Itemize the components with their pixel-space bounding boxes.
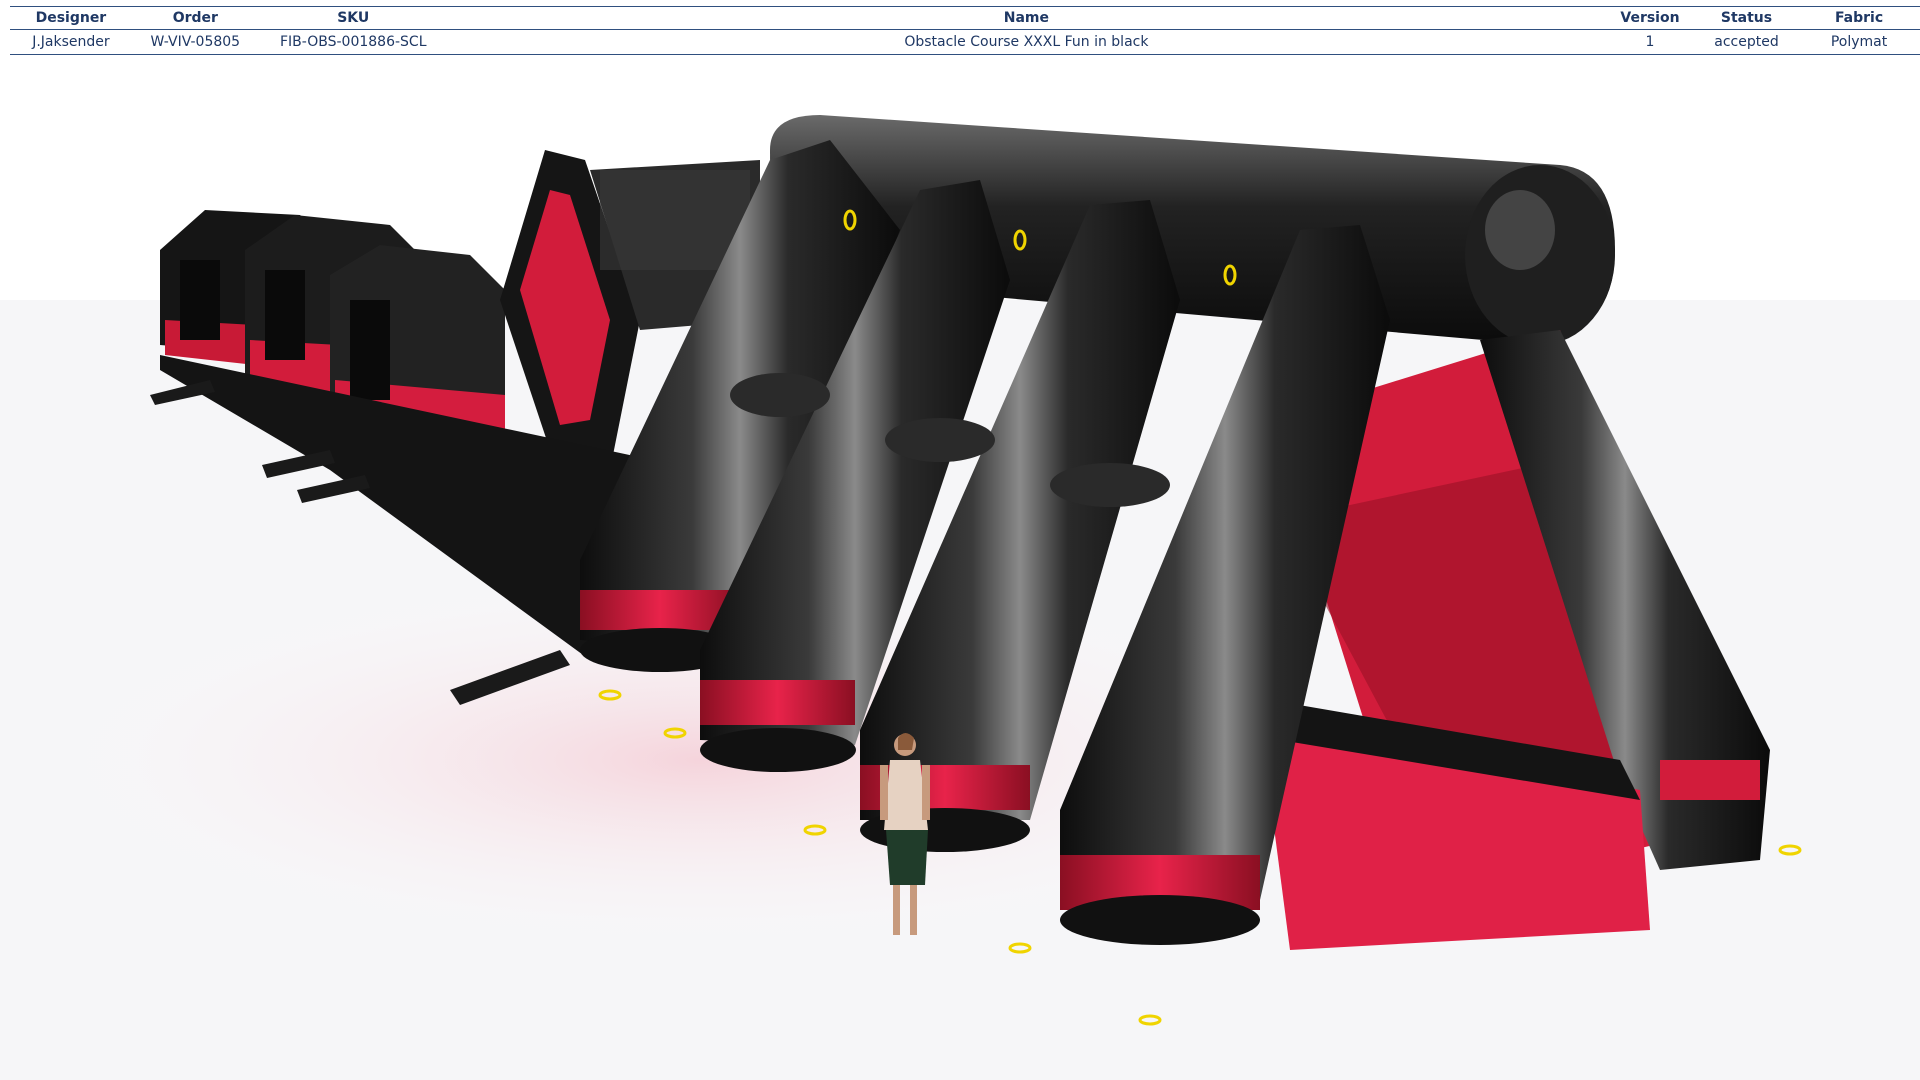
cell-version: 1: [1605, 29, 1695, 55]
cell-sku: FIB-OBS-001886-SCL: [258, 29, 448, 55]
header-sku: SKU: [258, 6, 448, 30]
header-designer: Designer: [10, 6, 132, 30]
header-order: Order: [131, 6, 259, 30]
product-render: [0, 60, 1920, 1080]
cell-status: accepted: [1694, 29, 1799, 55]
spec-data-row: J.Jaksender W-VIV-05805 FIB-OBS-001886-S…: [10, 29, 1920, 55]
cell-name: Obstacle Course XXXL Fun in black: [447, 29, 1606, 55]
spec-table: Designer Order SKU Name Version Status F…: [10, 6, 1920, 55]
header-status: Status: [1694, 6, 1799, 30]
header-fabric: Fabric: [1798, 6, 1920, 30]
obstacle-course-illustration: [0, 115, 1920, 1080]
header-name: Name: [447, 6, 1606, 30]
spec-header-row: Designer Order SKU Name Version Status F…: [10, 6, 1920, 30]
header-version: Version: [1605, 6, 1695, 30]
cell-fabric: Polymat: [1798, 29, 1920, 55]
cell-order: W-VIV-05805: [131, 29, 259, 55]
cell-designer: J.Jaksender: [10, 29, 132, 55]
spec-table-container: Designer Order SKU Name Version Status F…: [10, 6, 1920, 55]
